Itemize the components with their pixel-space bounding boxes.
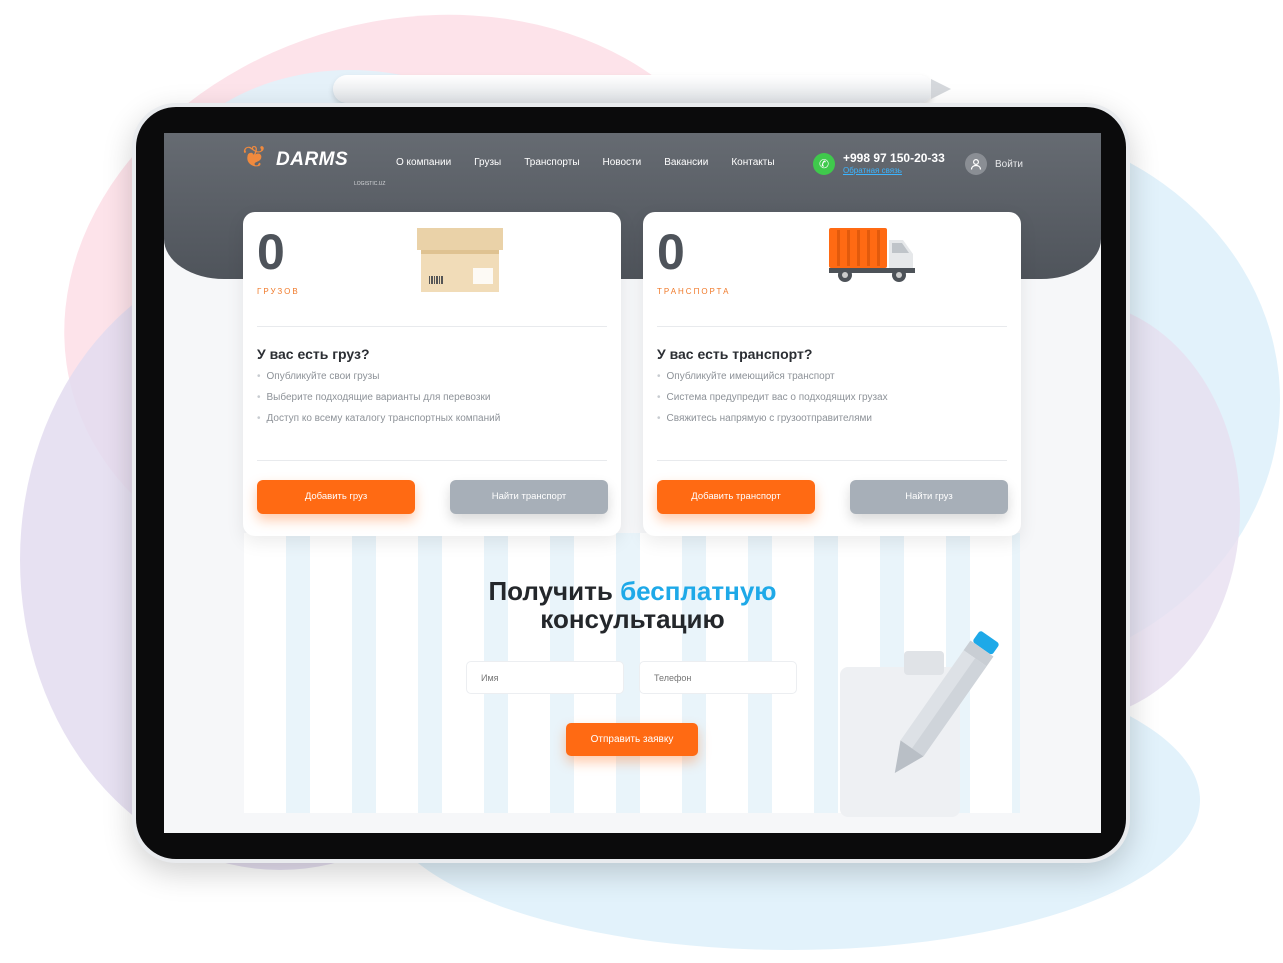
clipboard-pencil-icon <box>840 631 999 817</box>
logo-subtitle: LOGISTIC.UZ <box>354 181 386 187</box>
nav-item-cargo[interactable]: Грузы <box>474 157 501 168</box>
cargo-card-title: У вас есть груз? <box>257 346 370 362</box>
consultation-title-part1: Получить <box>488 576 613 606</box>
stylus-pencil <box>333 75 951 103</box>
list-item: Доступ ко всему каталогу транспортных ко… <box>257 408 501 429</box>
feedback-link[interactable]: Обратная связь <box>843 166 902 175</box>
logo-text: DARMS <box>276 149 349 170</box>
list-item: Опубликуйте свои грузы <box>257 366 500 387</box>
transport-benefits-list: Опубликуйте имеющийся транспорт Система … <box>657 366 888 429</box>
add-transport-button[interactable]: Добавить транспорт <box>657 480 815 514</box>
list-item: Опубликуйте имеющийся транспорт <box>657 366 888 387</box>
phone-number[interactable]: +998 97 150-20-33 <box>843 151 945 165</box>
phone-input[interactable] <box>639 661 797 694</box>
nav-item-vacancies[interactable]: Вакансии <box>664 157 708 168</box>
consultation-title-part2: консультацию <box>540 604 725 634</box>
cargo-card: 0 ГРУЗОВ У вас есть груз? Опубликуйте св… <box>243 212 621 536</box>
cargo-count: 0 <box>257 224 285 280</box>
user-icon[interactable] <box>965 153 987 175</box>
submit-request-button[interactable]: Отправить заявку <box>566 723 698 756</box>
main-nav: О компании Грузы Транспорты Новости Вака… <box>396 157 798 168</box>
list-item: Выберите подходящие варианты для перевоз… <box>257 387 500 408</box>
consultation-title: Получить бесплатную консультацию <box>164 577 1101 633</box>
list-item: Система предупредит вас о подходящих гру… <box>657 387 888 408</box>
nav-item-news[interactable]: Новости <box>603 157 642 168</box>
nav-item-transport[interactable]: Транспорты <box>524 157 579 168</box>
pegasus-logo-icon: ❦ <box>242 141 268 174</box>
phone-icon[interactable]: ✆ <box>813 153 835 175</box>
cargo-count-label: ГРУЗОВ <box>257 287 300 296</box>
list-item: Свяжитесь напрямую с грузоотправителями <box>657 408 888 429</box>
website-screen: ❦ DARMS LOGISTIC.UZ О компании Грузы Тра… <box>164 133 1101 833</box>
add-cargo-button[interactable]: Добавить груз <box>257 480 415 514</box>
transport-count: 0 <box>657 224 685 280</box>
nav-item-contacts[interactable]: Контакты <box>731 157 774 168</box>
login-link[interactable]: Войти <box>995 159 1023 170</box>
find-cargo-button[interactable]: Найти груз <box>850 480 1008 514</box>
logo[interactable]: ❦ DARMS LOGISTIC.UZ <box>242 141 385 188</box>
cardboard-box-icon <box>417 228 503 292</box>
transport-count-label: ТРАНСПОРТА <box>657 287 731 296</box>
find-transport-button[interactable]: Найти транспорт <box>450 480 608 514</box>
transport-card: 0 ТРАНСПОРТА У вас есть транспорт? Опубл… <box>643 212 1021 536</box>
transport-card-title: У вас есть транспорт? <box>657 346 813 362</box>
cargo-benefits-list: Опубликуйте свои грузы Выберите подходящ… <box>257 366 501 429</box>
nav-item-about[interactable]: О компании <box>396 157 451 168</box>
consultation-title-accent: бесплатную <box>620 576 777 606</box>
truck-icon <box>829 228 915 282</box>
name-input[interactable] <box>466 661 624 694</box>
